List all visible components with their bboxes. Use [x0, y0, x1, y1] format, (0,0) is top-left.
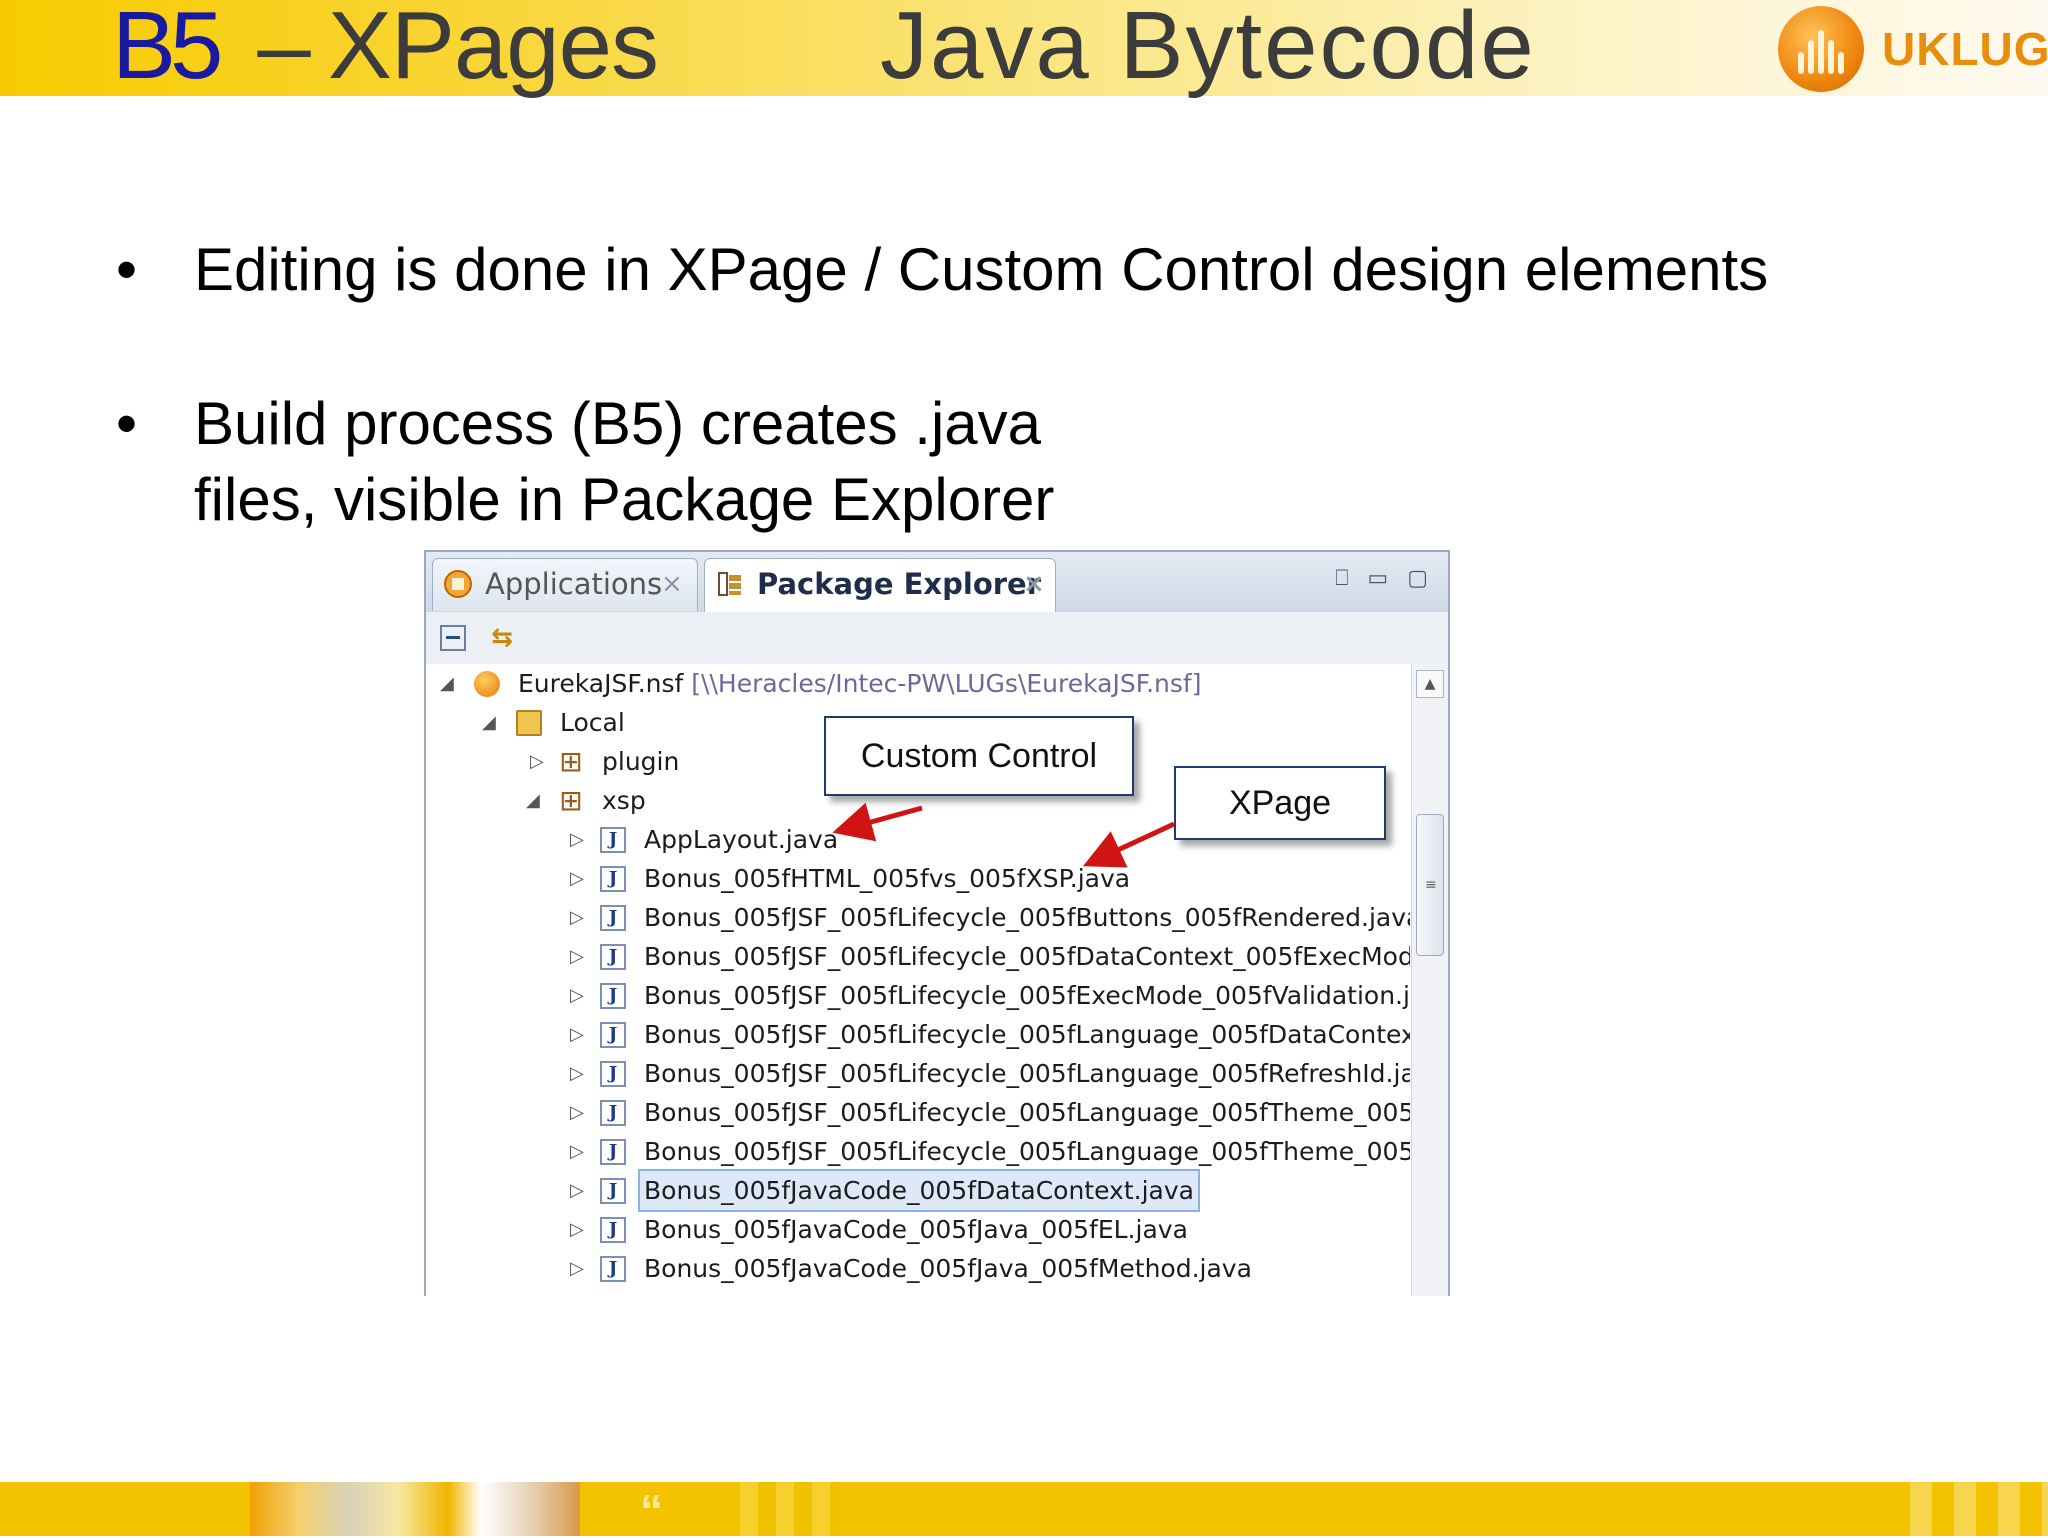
title-code: B5: [112, 0, 223, 99]
java-file-icon: J: [600, 1256, 626, 1282]
collapse-all-icon[interactable]: [440, 625, 466, 651]
database-name: EurekaJSF.nsf: [518, 669, 684, 698]
java-file-label: Bonus_005fJavaCode_005fDataContext.java: [638, 1169, 1200, 1212]
local-label: Local: [560, 708, 625, 737]
java-file-label: Bonus_005fJSF_005fLifecycle_005fButtons_…: [644, 903, 1410, 932]
collapsed-triangle-icon[interactable]: ▷: [570, 937, 590, 976]
collapsed-triangle-icon[interactable]: ▷: [570, 820, 590, 859]
title-dash: –: [257, 0, 310, 99]
tab-package-explorer[interactable]: Package Explorer ×: [704, 558, 1056, 613]
collapsed-triangle-icon[interactable]: ▷: [570, 1132, 590, 1171]
java-file-icon: J: [600, 1217, 626, 1243]
collapsed-triangle-icon[interactable]: ▷: [570, 859, 590, 898]
java-file-label: Bonus_005fJSF_005fLifecycle_005fLanguage…: [644, 1059, 1410, 1088]
collapsed-triangle-icon[interactable]: ▷: [570, 898, 590, 937]
collapsed-triangle-icon[interactable]: ▷: [570, 1015, 590, 1054]
bullet-1-text: Editing is done in XPage / Custom Contro…: [194, 236, 1769, 303]
tab-applications[interactable]: Applications ×: [432, 558, 698, 611]
java-file-label: Bonus_005fJSF_005fLifecycle_005fExecMode…: [644, 981, 1410, 1010]
java-file-icon: J: [600, 866, 626, 892]
collapsed-triangle-icon[interactable]: ▷: [530, 742, 550, 781]
view-tab-bar: Applications × Package Explorer × ⎕ ▭ ▢: [426, 552, 1448, 613]
java-file-label: AppLayout.java: [644, 825, 839, 854]
callout-xpage: XPage: [1174, 766, 1386, 840]
folder-icon: [516, 710, 542, 736]
nsf-database-icon: [474, 671, 500, 697]
bullet-symbol: •: [116, 390, 138, 457]
collapsed-triangle-icon[interactable]: ▷: [570, 976, 590, 1015]
tab-package-explorer-label: Package Explorer: [757, 567, 1042, 601]
collapsed-triangle-icon[interactable]: ▷: [570, 1249, 590, 1288]
package-label: plugin: [602, 747, 680, 776]
java-file-icon: J: [600, 1178, 626, 1204]
java-file-label: Bonus_005fHTML_005fvs_005fXSP.java: [644, 864, 1131, 893]
package-label: xsp: [602, 786, 646, 815]
java-file-icon: J: [600, 1139, 626, 1165]
uklug-logo: UKLUG: [1778, 6, 2048, 92]
java-file-label: Bonus_005fJSF_005fLifecycle_005fLanguage…: [644, 1137, 1410, 1166]
close-icon[interactable]: ×: [661, 559, 683, 609]
footer-pattern: [740, 1482, 840, 1536]
title-part1: XPages: [327, 0, 659, 99]
footer-image-strip: [250, 1482, 580, 1536]
java-file-label: Bonus_005fJSF_005fLifecycle_005fLanguage…: [644, 1098, 1410, 1127]
database-path: [\\Heracles/Intec-PW\LUGs\EurekaJSF.nsf]: [691, 669, 1202, 698]
close-icon[interactable]: ×: [1023, 559, 1045, 609]
java-file-icon: J: [600, 905, 626, 931]
bullet-2-line2: files, visible in Package Explorer: [194, 466, 1055, 533]
bullet-symbol: •: [116, 236, 138, 303]
title-banner: B5– XPages Java Bytecode UKLUG: [0, 0, 2048, 99]
title-part2: Java Bytecode: [880, 0, 1536, 99]
collapsed-triangle-icon[interactable]: ▷: [570, 1093, 590, 1132]
package-icon: ⊞: [559, 784, 583, 817]
java-file-icon: J: [600, 944, 626, 970]
java-file-icon: J: [600, 1061, 626, 1087]
java-file-icon: J: [600, 983, 626, 1009]
collapsed-triangle-icon[interactable]: ▷: [570, 1210, 590, 1249]
callout-custom-control: Custom Control: [824, 716, 1134, 796]
java-file-icon: J: [600, 827, 626, 853]
tab-applications-label: Applications: [485, 567, 663, 601]
footer-pattern: [1910, 1482, 2048, 1536]
vertical-scrollbar[interactable]: ▲ ≡: [1411, 664, 1448, 1296]
bullet-2-line1: Build process (B5) creates .java: [194, 390, 1042, 457]
scroll-up-icon[interactable]: ▲: [1416, 670, 1444, 698]
collapsed-triangle-icon[interactable]: ▷: [570, 1054, 590, 1093]
package-icon: ⊞: [559, 745, 583, 778]
expand-triangle-icon[interactable]: ◢: [440, 664, 460, 703]
view-toolbar: ⇆: [426, 612, 1448, 664]
collapsed-triangle-icon[interactable]: ▷: [570, 1171, 590, 1210]
link-with-editor-icon[interactable]: ⇆: [486, 622, 518, 654]
java-file-label: Bonus_005fJavaCode_005fJava_005fMethod.j…: [644, 1254, 1252, 1283]
uklug-logo-icon: [1778, 6, 1864, 92]
java-file-icon: J: [600, 1100, 626, 1126]
package-explorer-icon: [718, 572, 741, 596]
expand-triangle-icon[interactable]: ◢: [526, 781, 546, 820]
footer-quote-glyph: “: [640, 1485, 663, 1537]
scrollbar-thumb[interactable]: ≡: [1416, 814, 1444, 956]
view-window-buttons[interactable]: ⎕ ▭ ▢: [1335, 566, 1434, 591]
tree-node-database[interactable]: ◢ EurekaJSF.nsf [\\Heracles/Intec-PW\LUG…: [426, 664, 1406, 703]
logo-text: UKLUG: [1882, 23, 2048, 75]
slide-title: B5– XPages Java Bytecode: [112, 0, 1534, 99]
java-file-label: Bonus_005fJSF_005fLifecycle_005fLanguage…: [644, 1020, 1410, 1049]
java-file-icon: J: [600, 1022, 626, 1048]
expand-triangle-icon[interactable]: ◢: [482, 703, 502, 742]
java-file-label: Bonus_005fJavaCode_005fJava_005fEL.java: [644, 1215, 1188, 1244]
java-file-label: Bonus_005fJSF_005fLifecycle_005fDataCont…: [644, 942, 1410, 971]
footer-bar: “: [0, 1482, 2048, 1537]
package-explorer-panel: Applications × Package Explorer × ⎕ ▭ ▢ …: [424, 550, 1450, 1296]
applications-icon: [444, 570, 472, 598]
